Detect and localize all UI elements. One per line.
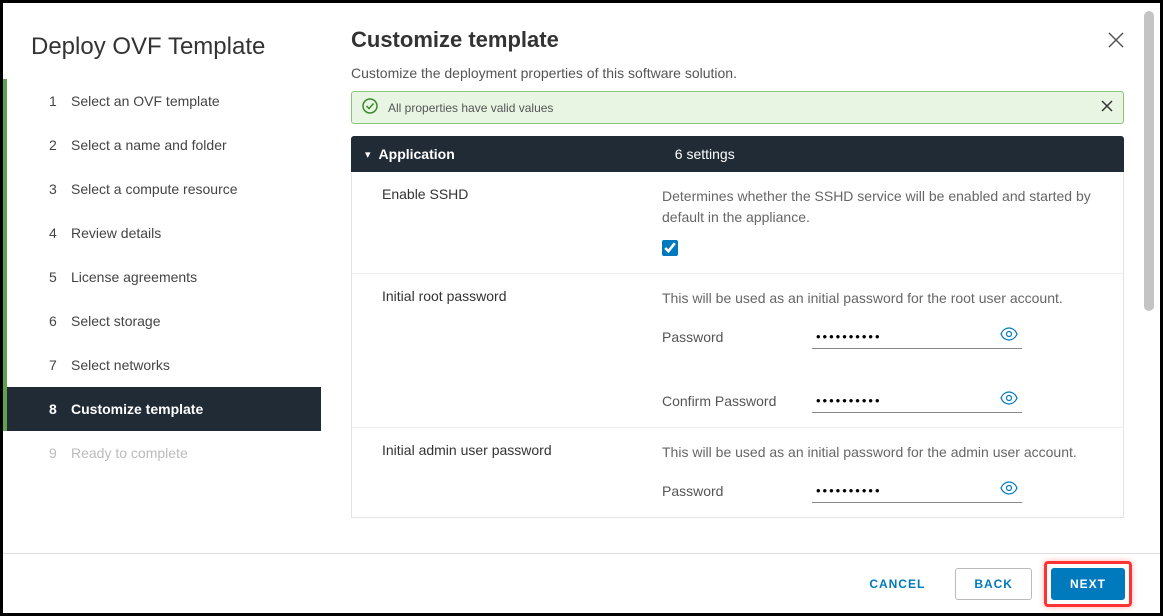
step-num: 5: [49, 269, 71, 285]
step-8[interactable]: 8 Customize template: [3, 387, 321, 431]
step-9: 9 Ready to complete: [3, 431, 321, 475]
step-3[interactable]: 3 Select a compute resource: [3, 167, 321, 211]
step-7[interactable]: 7 Select networks: [3, 343, 321, 387]
password-label: Password: [662, 329, 812, 345]
root-password-input[interactable]: [812, 325, 1022, 349]
close-button[interactable]: [1108, 31, 1124, 54]
setting-desc: Determines whether the SSHD service will…: [662, 186, 1115, 228]
step-label: Select a name and folder: [71, 137, 227, 153]
sidebar: Deploy OVF Template 1 Select an OVF temp…: [3, 3, 321, 613]
step-num: 7: [49, 357, 71, 373]
eye-icon[interactable]: [1000, 481, 1018, 498]
setting-desc: This will be used as an initial password…: [662, 442, 1115, 463]
step-label: Review details: [71, 225, 161, 241]
wizard-footer: CANCEL BACK NEXT: [3, 553, 1160, 613]
step-label: Ready to complete: [71, 445, 188, 461]
step-num: 8: [49, 401, 71, 417]
page-title: Customize template: [351, 27, 1124, 53]
setting-enable-sshd: Enable SSHD Determines whether the SSHD …: [352, 172, 1123, 274]
confirm-password-label: Confirm Password: [662, 393, 812, 409]
scrollbar[interactable]: [1144, 11, 1154, 311]
setting-root-password: Initial root password This will be used …: [352, 274, 1123, 428]
step-num: 9: [49, 445, 71, 461]
chevron-down-icon: ▾: [365, 148, 371, 161]
next-button[interactable]: NEXT: [1051, 568, 1125, 600]
root-confirm-password-input[interactable]: [812, 389, 1022, 413]
section-title: Application: [379, 146, 455, 162]
validation-text: All properties have valid values: [388, 101, 553, 115]
enable-sshd-checkbox[interactable]: [662, 240, 678, 256]
next-highlight: NEXT: [1044, 561, 1132, 607]
close-icon: [1101, 100, 1113, 112]
step-label: Select storage: [71, 313, 161, 329]
eye-icon[interactable]: [1000, 391, 1018, 408]
admin-password-input[interactable]: [812, 479, 1022, 503]
step-label: Select an OVF template: [71, 93, 220, 109]
step-num: 4: [49, 225, 71, 241]
step-label: License agreements: [71, 269, 197, 285]
step-5[interactable]: 5 License agreements: [3, 255, 321, 299]
dismiss-validation-button[interactable]: [1101, 100, 1113, 115]
back-button[interactable]: BACK: [955, 568, 1032, 600]
setting-label: Initial admin user password: [382, 442, 662, 503]
step-num: 2: [49, 137, 71, 153]
eye-icon[interactable]: [1000, 327, 1018, 344]
setting-admin-password: Initial admin user password This will be…: [352, 428, 1123, 517]
wizard-title: Deploy OVF Template: [3, 33, 321, 79]
section-count: 6 settings: [675, 146, 735, 162]
check-circle-icon: [362, 98, 378, 117]
step-6[interactable]: 6 Select storage: [3, 299, 321, 343]
setting-label: Initial root password: [382, 288, 662, 413]
main-panel: Customize template Customize the deploym…: [321, 3, 1160, 613]
setting-desc: This will be used as an initial password…: [662, 288, 1115, 309]
step-label: Customize template: [71, 401, 203, 417]
password-label: Password: [662, 483, 812, 499]
step-num: 1: [49, 93, 71, 109]
cancel-button[interactable]: CANCEL: [851, 569, 943, 599]
section-header-application[interactable]: ▾ Application 6 settings: [351, 136, 1124, 172]
validation-bar: All properties have valid values: [351, 91, 1124, 124]
step-4[interactable]: 4 Review details: [3, 211, 321, 255]
step-label: Select a compute resource: [71, 181, 238, 197]
page-subtitle: Customize the deployment properties of t…: [351, 65, 1124, 81]
step-num: 6: [49, 313, 71, 329]
step-label: Select networks: [71, 357, 170, 373]
setting-label: Enable SSHD: [382, 186, 662, 259]
settings-body: Enable SSHD Determines whether the SSHD …: [351, 172, 1124, 518]
step-2[interactable]: 2 Select a name and folder: [3, 123, 321, 167]
step-1[interactable]: 1 Select an OVF template: [3, 79, 321, 123]
step-num: 3: [49, 181, 71, 197]
close-icon: [1108, 32, 1124, 48]
step-list: 1 Select an OVF template 2 Select a name…: [3, 79, 321, 552]
